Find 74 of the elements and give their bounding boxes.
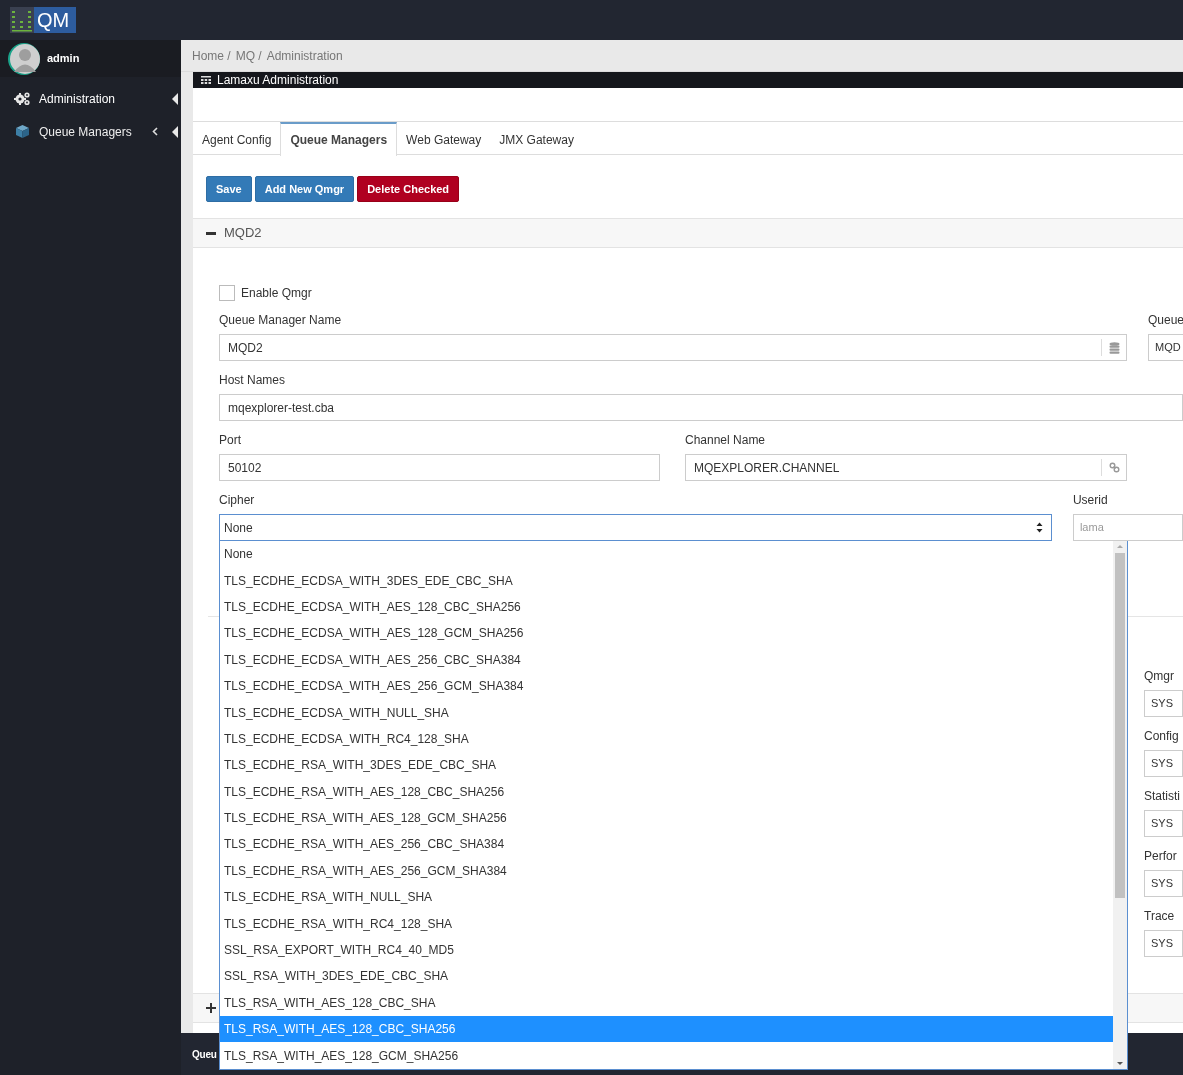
user-name: admin [47,51,80,67]
dropdown-option[interactable]: TLS_ECDHE_RSA_WITH_AES_256_CBC_SHA384 [220,831,1113,858]
dropdown-option[interactable]: TLS_ECDHE_ECDSA_WITH_AES_128_CBC_SHA256 [220,593,1113,621]
dropdown-option[interactable]: TLS_ECDHE_RSA_WITH_AES_128_CBC_SHA256 [220,778,1113,805]
tab[interactable]: JMX Gateway [490,122,583,156]
action-button[interactable]: Save [206,176,252,202]
input-field[interactable]: SYS [1144,750,1183,777]
dropdown-option[interactable]: TLS_RSA_WITH_AES_128_GCM_SHA256 [220,1042,1113,1069]
field-label: Qmgr [1144,670,1175,683]
dropdown-option[interactable]: TLS_ECDHE_ECDSA_WITH_AES_128_GCM_SHA256 [220,620,1113,647]
input-field[interactable]: MQD2 [219,334,1127,361]
panel-title: Lamaxu Administration [217,73,339,87]
dropdown-option[interactable]: TLS_ECDHE_ECDSA_WITH_NULL_SHA [220,699,1113,726]
breadcrumb-link[interactable]: Home / [192,46,231,65]
select-field[interactable]: None [219,514,1052,541]
expand-icon[interactable] [206,1003,216,1013]
field-label: Userid [1072,494,1109,507]
dropdown-option[interactable]: TLS_RSA_WITH_AES_128_CBC_SHA [220,989,1113,1017]
breadcrumb-link[interactable]: MQ / [235,46,262,65]
scrollbar[interactable] [1113,541,1127,1069]
dropdown-option[interactable]: TLS_ECDHE_ECDSA_WITH_3DES_EDE_CBC_SHA [220,567,1113,594]
field-label: Config [1144,730,1180,743]
tab[interactable]: Web Gateway [397,122,491,156]
field-label: Statisti [1144,790,1181,803]
footer-text: Queu [192,1047,217,1062]
field-label: Port [219,434,242,447]
input-field[interactable]: SYS [1144,810,1183,837]
avatar-icon [8,42,40,75]
field-label: Queue [1148,314,1183,327]
link-icon [1108,462,1120,473]
action-button[interactable]: Delete Checked [357,176,460,202]
dropdown-option[interactable]: TLS_ECDHE_RSA_WITH_AES_128_GCM_SHA256 [220,804,1113,832]
dropdown-option[interactable]: TLS_ECDHE_RSA_WITH_3DES_EDE_CBC_SHA [220,752,1113,779]
notch-icon [172,125,178,138]
dropdown-option[interactable]: SSL_RSA_EXPORT_WITH_RC4_40_MD5 [220,936,1113,964]
notch-icon [172,92,178,105]
field-label: Host Names [219,374,287,387]
field-label: Cipher [219,494,256,507]
breadcrumb-link[interactable]: Administration [266,46,343,65]
input-field[interactable]: SYS [1144,930,1183,957]
dropdown-option[interactable]: TLS_ECDHE_RSA_WITH_NULL_SHA [220,884,1113,911]
collapse-icon[interactable] [206,231,216,235]
input-field[interactable]: MQD [1148,334,1183,361]
checkbox-label: Enable Qmgr [241,285,312,302]
section-header[interactable]: MQD2 [193,218,1183,248]
grid-icon [201,76,211,84]
tab[interactable]: Agent Config [193,122,281,156]
dropdown-option[interactable]: TLS_ECDHE_RSA_WITH_AES_256_GCM_SHA384 [220,857,1113,885]
dropdown-option[interactable]: None [220,541,1113,568]
input-field[interactable]: 50102 [219,454,660,481]
input-field[interactable]: SYS [1144,870,1183,897]
field-label: Perfor [1144,850,1178,863]
dropdown-option[interactable]: TLS_ECDHE_ECDSA_WITH_AES_256_CBC_SHA384 [220,646,1113,673]
section-title: MQD2 [224,224,262,243]
tab[interactable]: Queue Managers [280,122,398,156]
input-field[interactable]: SYS [1144,690,1183,717]
dropdown-option[interactable]: TLS_ECDHE_ECDSA_WITH_RC4_128_SHA [220,725,1113,753]
dropdown-option[interactable]: SSL_RSA_WITH_3DES_EDE_CBC_SHA [220,963,1113,990]
gears-icon [14,91,31,106]
dropdown-option[interactable]: TLS_ECDHE_ECDSA_WITH_AES_256_GCM_SHA384 [220,672,1113,700]
field-label: Channel Name [685,434,767,447]
dropdown-option[interactable]: TLS_ECDHE_RSA_WITH_RC4_128_SHA [220,910,1113,937]
checkbox[interactable] [219,285,235,301]
input-field[interactable]: mqexplorer-test.cba [219,394,1183,421]
cube-icon [15,124,30,139]
logo-text: QM [34,7,76,33]
chevron-left-icon[interactable] [152,127,158,136]
database-icon [1108,341,1120,354]
action-button[interactable]: Add New Qmgr [254,176,355,202]
scrollbar-thumb[interactable] [1115,553,1125,898]
input-field[interactable]: MQEXPLORER.CHANNEL [685,454,1127,481]
field-label: Trace [1144,910,1176,923]
field-label: Queue Manager Name [219,314,343,327]
sort-arrows-icon [1035,522,1043,533]
